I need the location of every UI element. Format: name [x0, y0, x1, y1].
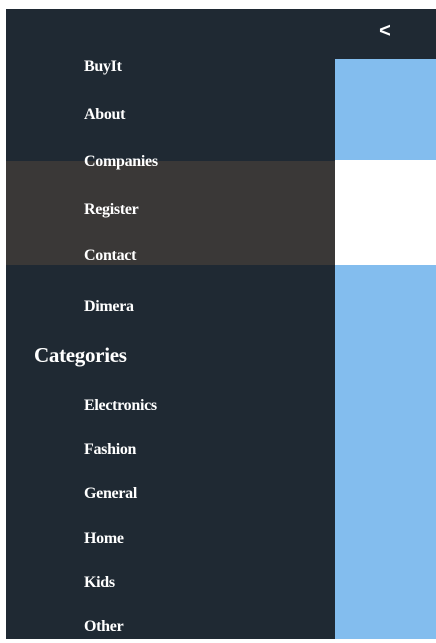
back-button[interactable]: <: [370, 16, 400, 46]
content-block-bottom: [335, 265, 436, 643]
sidebar-item-dimera[interactable]: Dimera: [84, 297, 134, 317]
content-block-white: [335, 160, 436, 265]
sidebar-item-contact[interactable]: Contact: [84, 246, 136, 266]
content-block-top: [335, 59, 436, 160]
page-edge-top: [0, 0, 436, 9]
sidebar-item-about[interactable]: About: [84, 105, 125, 125]
category-item-fashion[interactable]: Fashion: [84, 440, 136, 460]
sidebar-item-register[interactable]: Register: [84, 200, 139, 220]
category-item-kids[interactable]: Kids: [84, 573, 115, 593]
sidebar-item-buyit[interactable]: BuyIt: [84, 57, 122, 77]
sidebar-item-companies[interactable]: Companies: [84, 152, 158, 172]
app-frame: < BuyIt About Companies Register Contact…: [0, 0, 436, 643]
sidebar: [6, 9, 335, 643]
category-item-electronics[interactable]: Electronics: [84, 396, 157, 416]
page-edge-bottom: [0, 639, 436, 643]
categories-heading: Categories: [34, 343, 127, 367]
category-item-home[interactable]: Home: [84, 529, 124, 549]
sidebar-highlight-overlay: [6, 161, 335, 265]
category-item-general[interactable]: General: [84, 484, 137, 504]
category-item-other[interactable]: Other: [84, 617, 124, 637]
